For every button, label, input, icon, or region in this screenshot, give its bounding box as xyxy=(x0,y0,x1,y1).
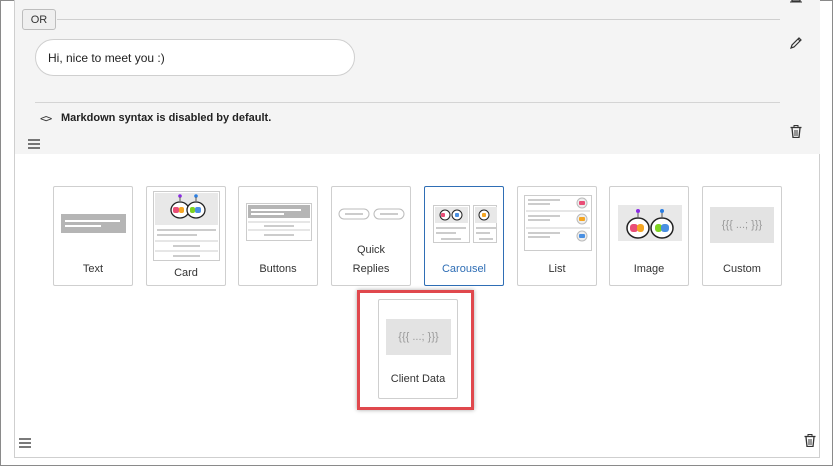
tile-label: Card xyxy=(174,267,198,279)
tile-custom[interactable]: {{{ ...; }}} Custom xyxy=(702,186,782,286)
tile-carousel[interactable]: Carousel xyxy=(424,186,504,286)
drag-handle-icon[interactable] xyxy=(28,139,40,149)
tile-quick-replies[interactable]: Quick Replies xyxy=(331,186,411,286)
or-badge: OR xyxy=(22,9,56,30)
tile-label: Custom xyxy=(723,263,761,275)
list-preview-icon xyxy=(524,195,592,251)
tile-text[interactable]: Text xyxy=(53,186,133,286)
tile-image[interactable]: Image xyxy=(609,186,689,286)
custom-preview-icon: {{{ ...; }}} xyxy=(710,207,774,243)
or-divider xyxy=(57,19,780,20)
message-panel xyxy=(15,0,820,154)
code-icon: <> xyxy=(40,112,52,125)
tile-label: Buttons xyxy=(259,263,297,275)
tile-client-data[interactable]: {{{ ...; }}} Client Data xyxy=(378,299,458,399)
trash-icon-partial[interactable] xyxy=(790,0,802,3)
tile-label-line2: Replies xyxy=(352,263,390,275)
text-preview-icon xyxy=(61,214,126,233)
quick-replies-preview-icon xyxy=(338,208,405,220)
trash-icon[interactable] xyxy=(790,125,802,138)
image-preview-icon xyxy=(618,205,682,241)
tile-label: List xyxy=(548,263,566,275)
trash-icon[interactable] xyxy=(804,434,816,447)
greeting-bubble[interactable]: Hi, nice to meet you :) xyxy=(35,39,355,76)
section-divider xyxy=(35,102,780,103)
tile-label: Client Data xyxy=(390,373,446,385)
client-data-preview-icon: {{{ ...; }}} xyxy=(386,319,451,355)
buttons-preview-icon xyxy=(246,203,312,241)
tile-buttons[interactable]: Buttons xyxy=(238,186,318,286)
card-preview-icon xyxy=(153,191,220,261)
tile-label: Quick xyxy=(356,244,386,256)
carousel-preview-icon xyxy=(433,205,497,243)
tile-label: Text xyxy=(82,263,104,275)
markdown-note: Markdown syntax is disabled by default. xyxy=(61,112,272,124)
tile-label: Carousel xyxy=(441,263,487,275)
tile-card[interactable]: Card xyxy=(146,186,226,286)
tile-label: Image xyxy=(633,263,665,275)
tile-list[interactable]: List xyxy=(517,186,597,286)
pencil-icon[interactable] xyxy=(789,36,803,50)
drag-handle-icon[interactable] xyxy=(19,438,31,448)
